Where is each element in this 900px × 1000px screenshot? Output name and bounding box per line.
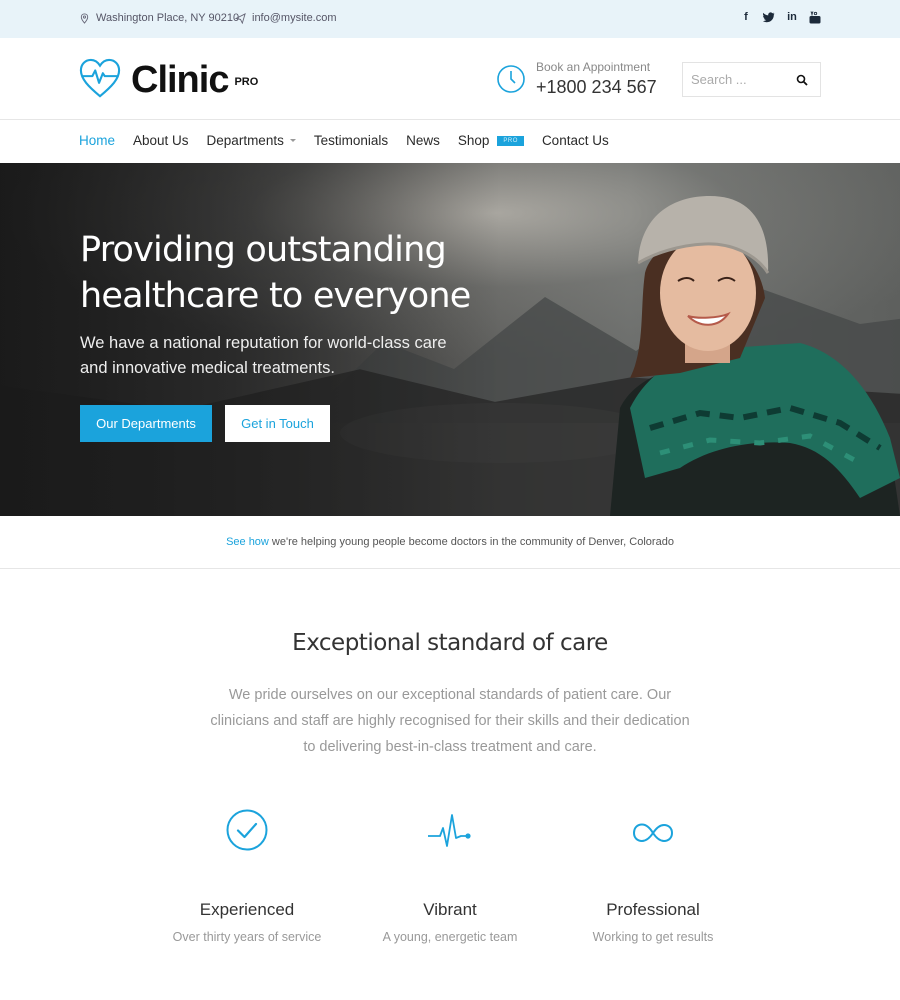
location-pin-icon (80, 12, 89, 24)
social-links: f in (740, 10, 821, 24)
nav-item-label: News (406, 133, 440, 148)
address-info: Washington Place, NY 90210 (79, 12, 239, 24)
feature-subtitle: A young, energetic team (382, 930, 518, 944)
our-departments-button[interactable]: Our Departments (80, 405, 212, 442)
hero-banner: Providing outstanding healthcare to ever… (0, 163, 900, 516)
email-text[interactable]: info@mysite.com (252, 12, 337, 24)
hero-subtitle: We have a national reputation for world-… (80, 334, 447, 377)
nav-item-label: Departments (206, 133, 284, 148)
feature-title: Vibrant (423, 900, 477, 919)
hero-title: Providing outstanding healthcare to ever… (80, 227, 500, 319)
nav-item-label: About Us (133, 133, 189, 148)
nav-item-label: Testimonials (313, 133, 389, 148)
feature-professional: Professional Working to get results (553, 808, 753, 944)
feature-subtitle: Over thirty years of service (172, 930, 322, 944)
section-description: We pride ourselves on our exceptional st… (210, 687, 690, 755)
logo-badge: PRO (234, 76, 259, 88)
check-circle-icon (226, 809, 268, 851)
nav-item-departments[interactable]: Departments (207, 133, 296, 148)
infinity-icon (632, 823, 674, 843)
nav-item-label: Contact Us (541, 133, 609, 148)
address-text: Washington Place, NY 90210 (96, 12, 240, 24)
get-in-touch-button[interactable]: Get in Touch (225, 405, 330, 442)
nav-item-home[interactable]: Home (79, 133, 115, 148)
heart-pulse-logo-icon (79, 58, 121, 98)
youtube-icon[interactable] (809, 10, 821, 24)
site-header: Clinic PRO Book an Appointment +1800 234… (0, 38, 900, 120)
site-logo[interactable]: Clinic PRO (79, 58, 258, 100)
nav-item-about-us[interactable]: About Us (133, 133, 189, 148)
hero-title-line-1: Providing outstanding (80, 230, 447, 270)
nav-item-label: Shop (457, 133, 490, 148)
feature-title: Professional (606, 900, 700, 919)
search-icon[interactable] (796, 74, 808, 86)
see-how-link[interactable]: See how (226, 536, 269, 548)
feature-vibrant: Vibrant A young, energetic team (350, 808, 550, 944)
notice-bar: See how we're helping young people becom… (0, 516, 900, 569)
logo-text: Clinic (131, 59, 229, 101)
nav-item-testimonials[interactable]: Testimonials (314, 133, 388, 148)
main-nav: Home About Us Departments Testimonials N… (0, 120, 900, 163)
section-title: Exceptional standard of care (292, 630, 608, 656)
pulse-icon (428, 814, 471, 847)
linkedin-icon[interactable]: in (786, 10, 798, 24)
nav-item-contact-us[interactable]: Contact Us (542, 133, 609, 148)
feature-title: Experienced (199, 900, 295, 919)
hero-woman-image (610, 196, 900, 516)
hero-title-line-2: healthcare to everyone (80, 276, 471, 316)
pro-badge: PRO (497, 135, 524, 146)
search-box (682, 62, 821, 97)
facebook-icon[interactable]: f (740, 10, 752, 24)
paper-plane-icon (235, 12, 246, 24)
appointment-phone[interactable]: +1800 234 567 (536, 77, 657, 98)
feature-subtitle: Working to get results (592, 930, 714, 944)
appointment-block[interactable]: Book an Appointment +1800 234 567 (496, 60, 657, 98)
nav-item-label: Home (79, 133, 116, 148)
caret-down-icon (289, 139, 296, 142)
notice-text: we're helping young people become doctor… (268, 536, 674, 548)
twitter-icon[interactable] (763, 10, 775, 24)
search-input[interactable] (691, 72, 791, 87)
top-bar: Washington Place, NY 90210 info@mysite.c… (0, 0, 900, 38)
feature-experienced: Experienced Over thirty years of service (147, 808, 347, 944)
email-info[interactable]: info@mysite.com (235, 12, 337, 24)
appointment-label: Book an Appointment (536, 60, 651, 74)
nav-item-news[interactable]: News (406, 133, 440, 148)
nav-item-shop[interactable]: Shop PRO (458, 133, 524, 148)
clock-icon (497, 65, 525, 93)
